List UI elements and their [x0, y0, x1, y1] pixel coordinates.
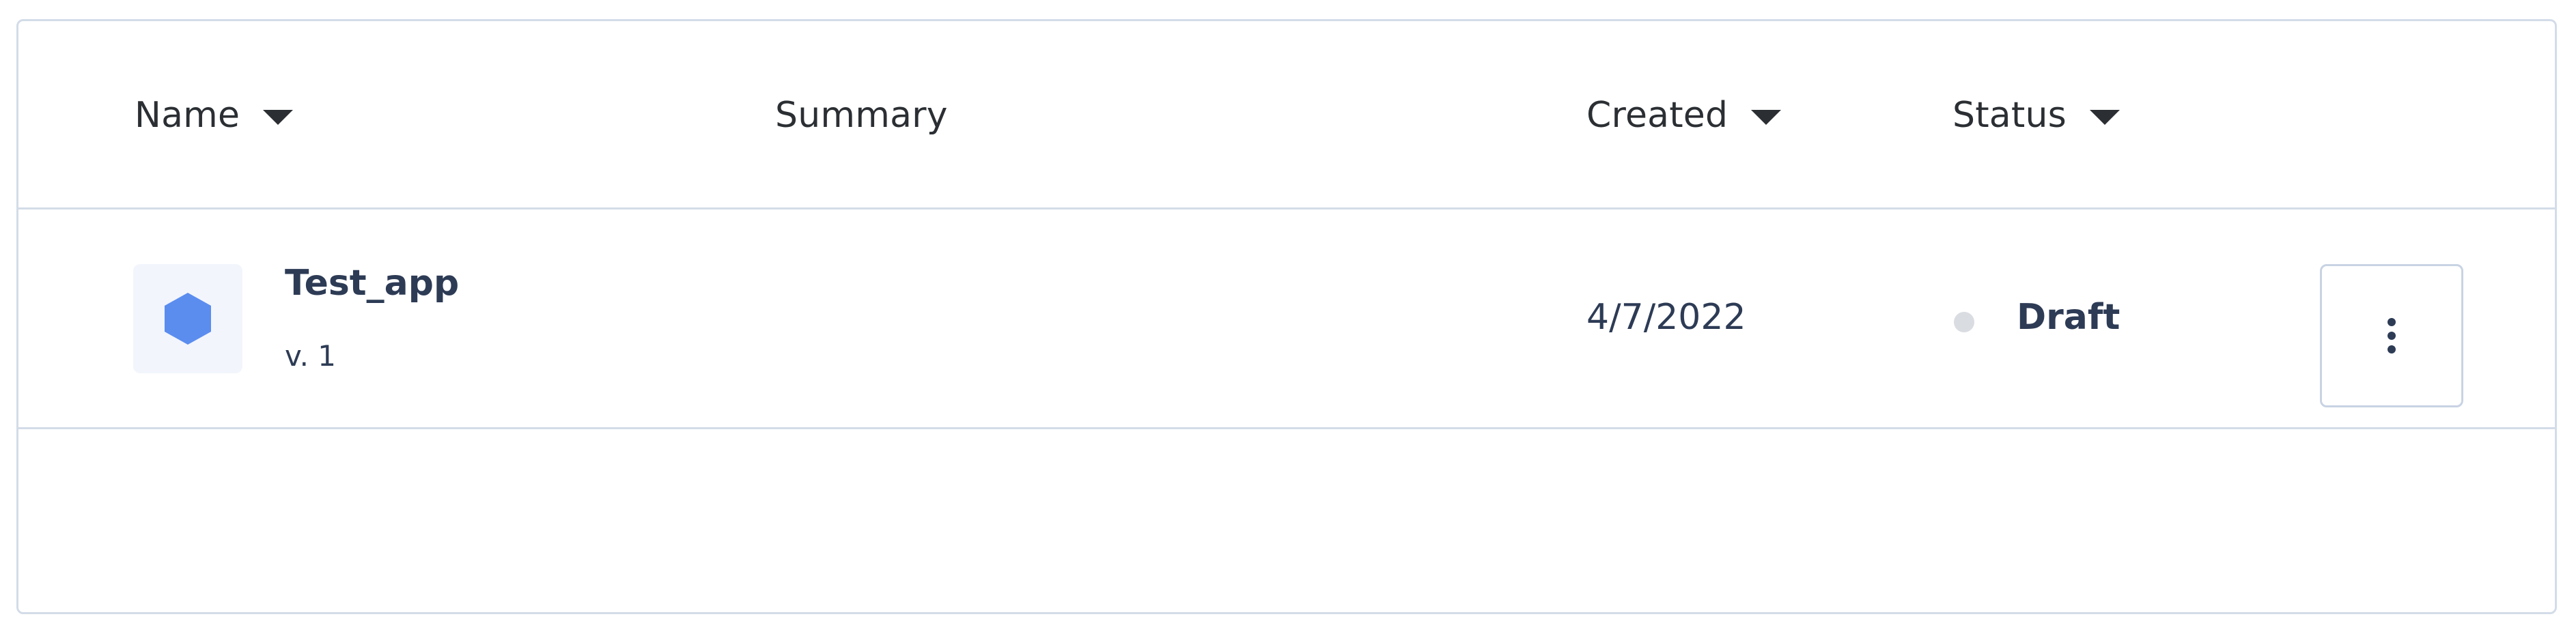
- status-dot: [1954, 312, 1974, 332]
- table-header: Name Summary Created Status: [18, 21, 2555, 209]
- column-header-name[interactable]: Name: [135, 21, 294, 209]
- kebab-dot: [2388, 332, 2396, 340]
- column-header-status[interactable]: Status: [1952, 21, 2120, 209]
- apps-table-card: Name Summary Created Status Test_app v. …: [16, 19, 2557, 614]
- caret-down-icon[interactable]: [2089, 110, 2120, 125]
- app-name[interactable]: Test_app: [285, 263, 459, 304]
- table-row[interactable]: Test_app v. 1 4/7/2022 Draft: [18, 209, 2555, 429]
- created-date: 4/7/2022: [1586, 297, 1746, 338]
- column-header-name-label: Name: [135, 95, 240, 136]
- caret-down-icon[interactable]: [1751, 110, 1782, 125]
- caret-down-icon[interactable]: [263, 110, 294, 125]
- app-version: v. 1: [285, 339, 337, 373]
- column-header-created[interactable]: Created: [1586, 21, 1782, 209]
- hexagon-icon: [165, 293, 211, 345]
- app-icon-tile[interactable]: [133, 264, 242, 373]
- kebab-menu-icon: [2388, 315, 2396, 356]
- column-header-created-label: Created: [1586, 95, 1728, 136]
- column-header-status-label: Status: [1952, 95, 2067, 136]
- kebab-dot: [2388, 318, 2396, 326]
- kebab-dot: [2388, 345, 2396, 353]
- status-label: Draft: [2017, 297, 2120, 338]
- column-header-summary-label: Summary: [775, 95, 948, 136]
- column-header-summary: Summary: [775, 21, 948, 209]
- row-actions-button[interactable]: [2320, 264, 2463, 407]
